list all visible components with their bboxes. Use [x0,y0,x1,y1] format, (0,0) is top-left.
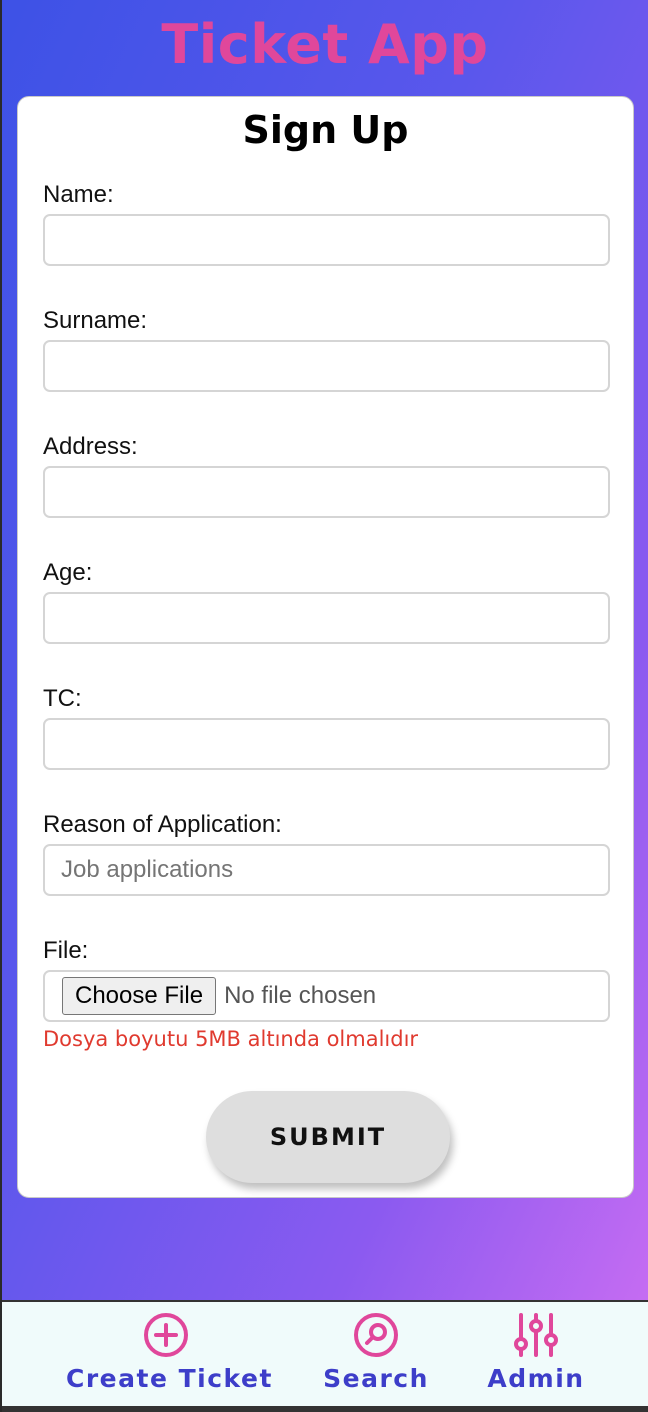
nav-item-search[interactable]: Search [316,1302,436,1406]
choose-file-button[interactable]: Choose File [62,977,217,1015]
nav-label-create-ticket: Create Ticket [66,1364,273,1393]
reason-label: Reason of Application: [43,811,282,838]
app-frame: Ticket App Sign Up Name: Surname: Addres… [2,0,648,1412]
file-status: No file chosen [224,982,377,1009]
plus-circle-icon [143,1312,189,1363]
file-input[interactable]: Choose File No file chosen [43,970,610,1022]
app-title: Ticket App [161,13,489,76]
age-input[interactable] [43,592,610,644]
sliders-icon [514,1312,558,1363]
search-circle-icon [353,1312,399,1363]
address-input[interactable] [43,466,610,518]
bottom-nav: Create Ticket Search Admin [2,1302,648,1406]
submit-button[interactable]: SUBMIT [206,1091,450,1183]
nav-item-create-ticket[interactable]: Create Ticket [66,1302,273,1406]
file-label: File: [43,937,89,964]
surname-label: Surname: [43,307,148,334]
nav-label-search: Search [323,1364,429,1393]
name-label: Name: [43,181,114,208]
nav-label-admin: Admin [487,1364,585,1393]
age-label: Age: [43,559,93,586]
address-label: Address: [43,433,138,460]
surname-input[interactable] [43,340,610,392]
file-size-hint: Dosya boyutu 5MB altında olmalıdır [43,1027,419,1051]
form-title: Sign Up [242,108,409,152]
tc-input[interactable] [43,718,610,770]
nav-item-admin[interactable]: Admin [486,1302,586,1406]
hero-background: Ticket App Sign Up Name: Surname: Addres… [2,0,648,1300]
reason-input[interactable] [43,844,610,896]
tc-label: TC: [43,685,82,712]
name-input[interactable] [43,214,610,266]
signup-card: Sign Up Name: Surname: Address: Age: TC:… [17,96,634,1198]
